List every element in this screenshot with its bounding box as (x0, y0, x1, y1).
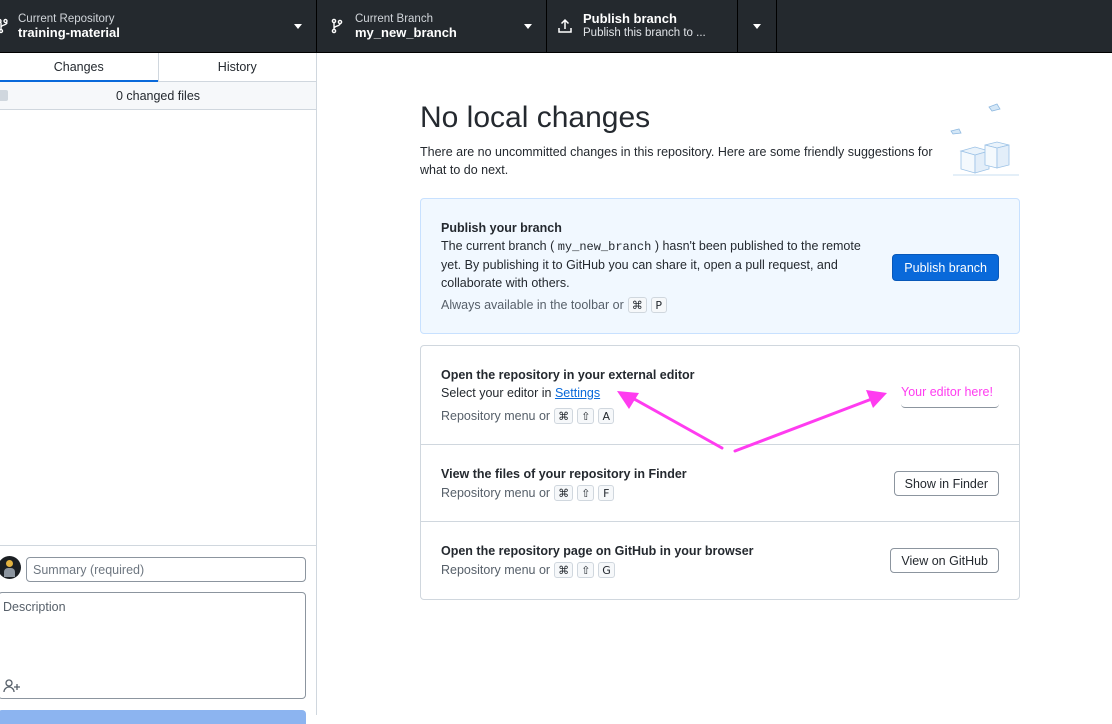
current-repository-name: training-material (18, 25, 120, 40)
command-key: ⌘ (554, 485, 574, 501)
commit-button[interactable] (0, 710, 306, 724)
commit-area: Description (0, 545, 316, 724)
finder-shortcut: Repository menu or ⌘ ⇧ F (441, 485, 615, 501)
command-key: ⌘ (554, 408, 574, 424)
view-on-github-title: Open the repository page on GitHub in yo… (441, 544, 754, 558)
repo-icon (0, 18, 12, 34)
upload-icon (557, 18, 573, 34)
description-placeholder: Description (3, 600, 66, 614)
toolbar: Current Repository training-material Cur… (0, 0, 1112, 53)
shift-key: ⇧ (577, 485, 595, 501)
open-in-editor-description: Select your editor in Settings (441, 386, 601, 400)
sidebar: Changes History 0 changed files Descript… (0, 53, 317, 724)
settings-link[interactable]: Settings (555, 386, 600, 400)
command-key: ⌘ (554, 562, 574, 578)
current-repository-label: Current Repository (18, 13, 115, 25)
g-key: G (598, 562, 615, 578)
current-branch-button[interactable]: Current Branch my_new_branch (317, 0, 547, 52)
publish-branch-toolbar-button[interactable]: Publish branch Publish this branch to ..… (547, 0, 738, 52)
main-content: No local changes There are no uncommitte… (317, 53, 1112, 715)
branch-icon (329, 18, 345, 34)
publish-branch-button[interactable]: Publish branch (892, 254, 999, 281)
page-subtitle: There are no uncommitted changes in this… (420, 145, 933, 177)
show-in-finder-title: View the files of your repository in Fin… (441, 467, 687, 481)
boxes-illustration-icon (950, 103, 1019, 176)
publish-card-description: The current branch ( my_new_branch ) has… (441, 239, 861, 290)
add-coauthor-icon[interactable] (3, 679, 21, 693)
publish-branch-description: Publish this branch to ... (583, 27, 706, 39)
f-key: F (598, 485, 615, 501)
chevron-down-icon (753, 23, 761, 29)
shift-key: ⇧ (577, 562, 595, 578)
publish-options-dropdown[interactable] (738, 0, 777, 52)
chevron-down-icon (294, 24, 302, 29)
command-key: ⌘ (627, 297, 647, 313)
view-on-github-button[interactable]: View on GitHub (890, 548, 999, 573)
suggestions-list: Open the repository in your external edi… (420, 345, 1020, 600)
select-all-checkbox[interactable] (0, 90, 8, 101)
shift-key: ⇧ (577, 408, 595, 424)
github-shortcut: Repository menu or ⌘ ⇧ G (441, 562, 615, 578)
publish-shortcut: Always available in the toolbar or ⌘ P (441, 297, 667, 313)
open-in-editor-title: Open the repository in your external edi… (441, 368, 695, 382)
tab-changes[interactable]: Changes (0, 53, 158, 82)
chevron-down-icon (524, 24, 532, 29)
tab-history[interactable]: History (157, 53, 317, 81)
show-in-finder-button[interactable]: Show in Finder (893, 471, 999, 496)
publish-branch-label: Publish branch (583, 11, 677, 26)
p-key: P (650, 297, 667, 313)
branch-name-code: my_new_branch (557, 240, 652, 254)
current-branch-label: Current Branch (355, 13, 433, 25)
summary-input[interactable] (26, 557, 306, 582)
show-in-finder-row: View the files of your repository in Fin… (421, 445, 1019, 522)
avatar (0, 556, 21, 579)
current-repository-button[interactable]: Current Repository training-material (0, 0, 317, 52)
publish-branch-card: Publish your branch The current branch (… (420, 198, 1020, 334)
changes-header: 0 changed files (0, 82, 316, 110)
annotation-label: Your editor here! (901, 385, 993, 399)
editor-shortcut: Repository menu or ⌘ ⇧ A (441, 408, 615, 424)
description-field[interactable]: Description (0, 592, 306, 699)
changed-files-count: 0 changed files (115, 88, 201, 103)
current-branch-name: my_new_branch (355, 25, 457, 40)
sidebar-tabs: Changes History (0, 53, 316, 82)
page-title: No local changes (420, 101, 651, 134)
publish-card-title: Publish your branch (441, 221, 562, 235)
a-key: A (598, 408, 615, 424)
view-on-github-row: Open the repository page on GitHub in yo… (421, 522, 1019, 599)
